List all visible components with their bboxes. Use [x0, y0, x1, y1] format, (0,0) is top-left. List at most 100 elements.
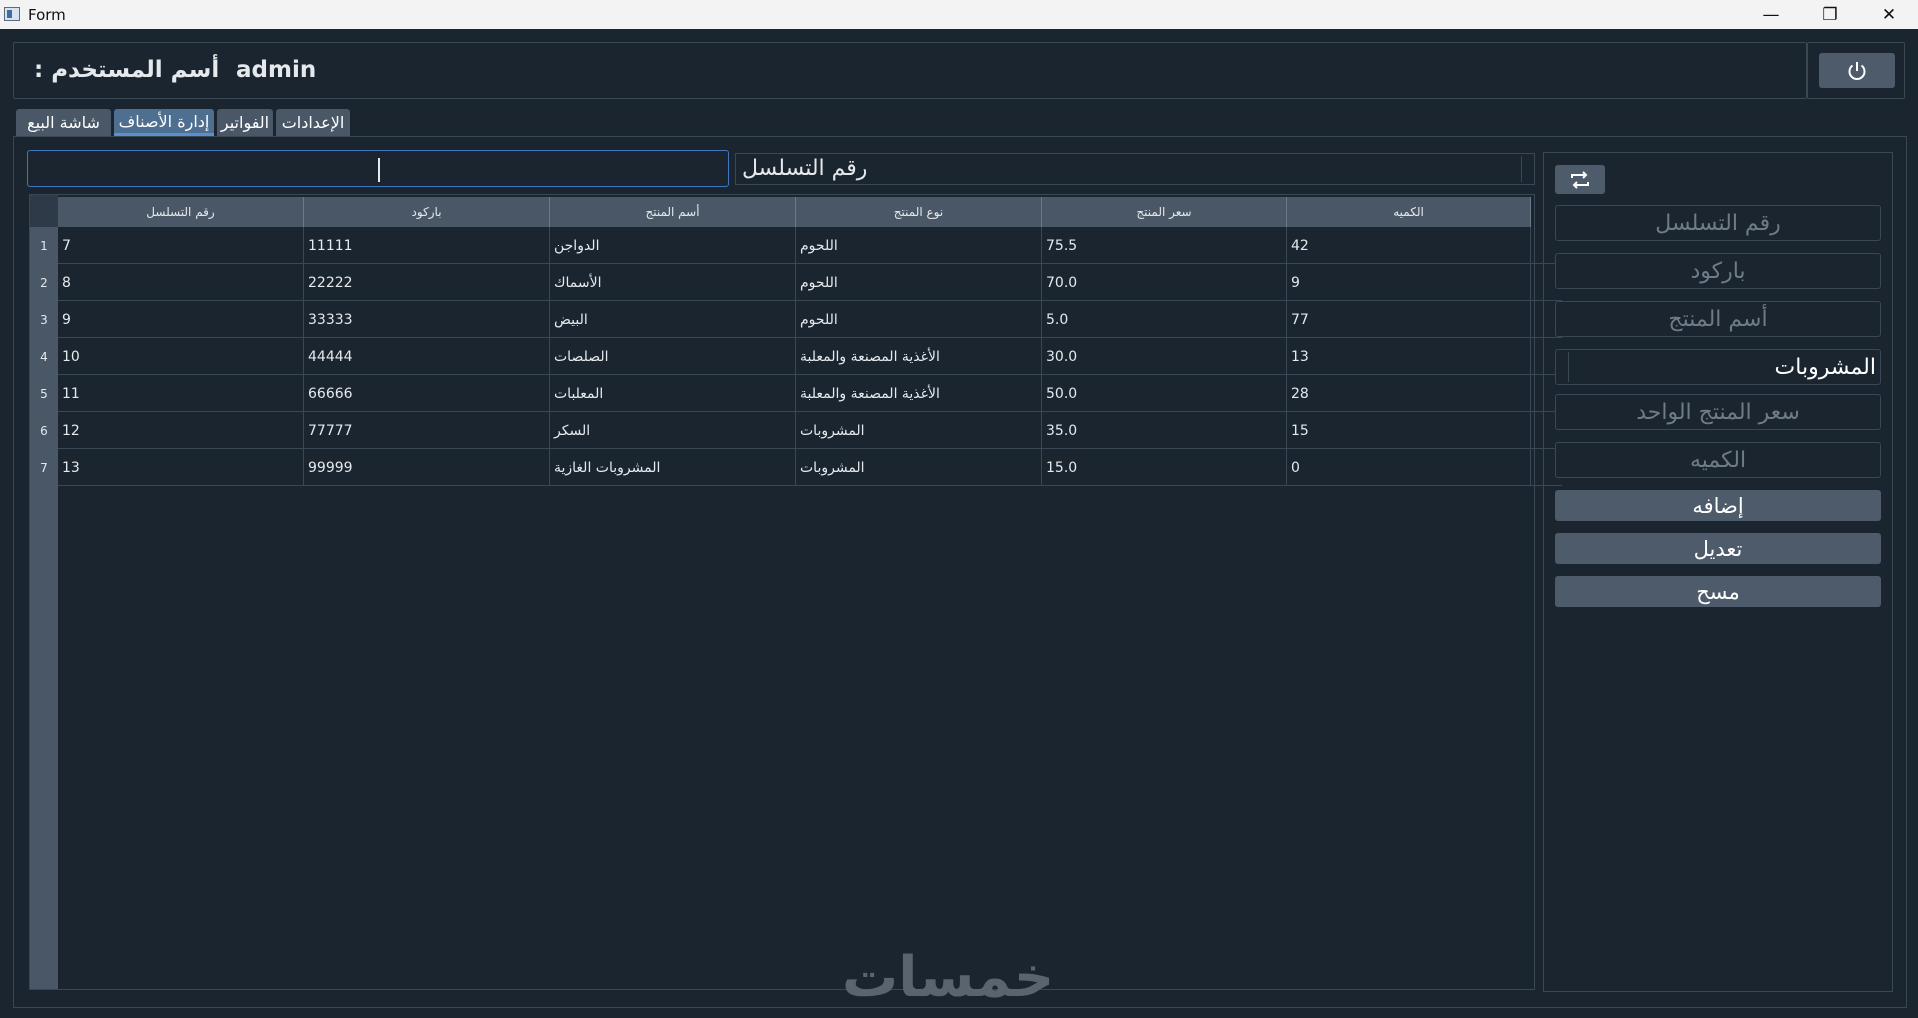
cell-price[interactable]: 15.0 [1042, 449, 1287, 486]
username-label: أسم المستخدم : [34, 57, 220, 83]
search-field-select[interactable]: رقم التسلسل [735, 153, 1535, 185]
products-table[interactable]: رقم التسلسل باركود أسم المنتج نوع المنتج… [29, 194, 1562, 990]
cell-qty[interactable]: 9 [1287, 264, 1531, 301]
cell-price[interactable]: 75.5 [1042, 227, 1287, 264]
cell-price[interactable]: 70.0 [1042, 264, 1287, 301]
cell-name[interactable]: الصلصات [550, 338, 796, 375]
cell-text: السكر [554, 422, 591, 439]
serial-number-field[interactable]: رقم التسلسل [1555, 205, 1881, 241]
col-header-barcode[interactable]: باركود [304, 197, 550, 227]
username: admin [236, 57, 317, 83]
product-name-field[interactable]: أسم المنتج [1555, 301, 1881, 337]
row-number[interactable]: 4 [30, 338, 58, 375]
cell-name[interactable]: البيض [550, 301, 796, 338]
cell-qty[interactable]: 0 [1287, 449, 1531, 486]
cell-serial[interactable]: 8 [58, 264, 304, 301]
cell-serial[interactable]: 10 [58, 338, 304, 375]
cell-serial[interactable]: 13 [58, 449, 304, 486]
minimize-icon[interactable]: — [1742, 0, 1800, 29]
cell-serial[interactable]: 11 [58, 375, 304, 412]
refresh-button[interactable] [1555, 165, 1605, 194]
row-number[interactable]: 6 [30, 412, 58, 449]
tab-sales-screen[interactable]: شاشة البيع [16, 109, 111, 136]
cell-type[interactable]: اللحوم [796, 301, 1042, 338]
cell-price[interactable]: 50.0 [1042, 375, 1287, 412]
cell-type[interactable]: اللحوم [796, 227, 1042, 264]
tab-invoices[interactable]: الفواتير [217, 109, 273, 136]
cell-type[interactable]: المشروبات [796, 412, 1042, 449]
cell-barcode[interactable]: 44444 [304, 338, 550, 375]
search-input[interactable] [27, 150, 729, 187]
col-header-serial[interactable]: رقم التسلسل [58, 197, 304, 227]
unit-price-field[interactable]: سعر المنتج الواحد [1555, 394, 1881, 430]
col-header-qty[interactable]: الكميه [1287, 197, 1531, 227]
cell-qty[interactable]: 13 [1287, 338, 1531, 375]
tab-items-management[interactable]: إدارة الأصناف [114, 109, 214, 136]
cell-text: الدواجن [554, 237, 600, 254]
cell-price[interactable]: 30.0 [1042, 338, 1287, 375]
table-header: رقم التسلسل باركود أسم المنتج نوع المنتج… [58, 197, 1562, 227]
search-panel: رقم التسلسل [27, 150, 1535, 190]
product-type-value: المشروبات [1774, 354, 1876, 380]
close-icon[interactable]: ✕ [1860, 0, 1918, 29]
app-window-icon [4, 7, 20, 21]
cell-name[interactable]: المشروبات الغازية [550, 449, 796, 486]
row-number[interactable]: 2 [30, 264, 58, 301]
row-number[interactable]: 1 [30, 227, 58, 264]
table-row[interactable]: 12 77777 السكر المشروبات 35.0 15 [58, 412, 1562, 449]
col-header-name[interactable]: أسم المنتج [550, 197, 796, 227]
cell-serial[interactable]: 7 [58, 227, 304, 264]
cell-qty[interactable]: 77 [1287, 301, 1531, 338]
dropdown-separator [1568, 352, 1569, 382]
row-number[interactable]: 3 [30, 301, 58, 338]
cell-type[interactable]: اللحوم [796, 264, 1042, 301]
cell-name[interactable]: الدواجن [550, 227, 796, 264]
col-header-type[interactable]: نوع المنتج [796, 197, 1042, 227]
dropdown-separator [1521, 156, 1522, 182]
table-row[interactable]: 11 66666 المعلبات الأغذية المصنعة والمعلبة 5… [58, 375, 1562, 412]
cell-type[interactable]: الأغذية المصنعة والمعلبة [796, 338, 1042, 375]
cell-barcode[interactable]: 11111 [304, 227, 550, 264]
cell-text: اللحوم [800, 237, 838, 254]
edit-button[interactable]: تعديل [1555, 533, 1881, 564]
cell-serial[interactable]: 9 [58, 301, 304, 338]
cell-price[interactable]: 5.0 [1042, 301, 1287, 338]
table-row[interactable]: 10 44444 الصلصات الأغذية المصنعة والمعلبة 30… [58, 338, 1562, 375]
product-type-select[interactable]: المشروبات [1555, 349, 1881, 385]
cell-qty[interactable]: 42 [1287, 227, 1531, 264]
cell-barcode[interactable]: 99999 [304, 449, 550, 486]
table-row[interactable]: 13 99999 المشروبات الغازية المشروبات 15.0 0 [58, 449, 1562, 486]
quantity-field[interactable]: الكميه [1555, 442, 1881, 478]
row-number[interactable]: 5 [30, 375, 58, 412]
restore-icon[interactable]: ❐ [1801, 0, 1859, 29]
cell-type[interactable]: الأغذية المصنعة والمعلبة [796, 375, 1042, 412]
table-row[interactable]: 7 11111 الدواجن اللحوم 75.5 42 [58, 227, 1562, 264]
cell-name[interactable]: السكر [550, 412, 796, 449]
add-button[interactable]: إضافه [1555, 490, 1881, 521]
cell-qty[interactable]: 15 [1287, 412, 1531, 449]
cell-barcode[interactable]: 22222 [304, 264, 550, 301]
table-row[interactable]: 8 22222 الأسماك اللحوم 70.0 9 [58, 264, 1562, 301]
table-corner[interactable] [30, 195, 58, 227]
cell-text: المشروبات [800, 422, 865, 439]
table-row[interactable]: 9 33333 البيض اللحوم 5.0 77 [58, 301, 1562, 338]
row-number[interactable]: 7 [30, 449, 58, 486]
cell-text: الأغذية المصنعة والمعلبة [800, 385, 940, 402]
cell-barcode[interactable]: 66666 [304, 375, 550, 412]
window-title: Form [28, 6, 66, 24]
tab-settings[interactable]: الإعدادات [276, 109, 350, 136]
cell-type[interactable]: المشروبات [796, 449, 1042, 486]
cell-name[interactable]: المعلبات [550, 375, 796, 412]
col-header-price[interactable]: سعر المنتج [1042, 197, 1287, 227]
cell-barcode[interactable]: 33333 [304, 301, 550, 338]
logout-button[interactable] [1819, 53, 1895, 88]
cell-name[interactable]: الأسماك [550, 264, 796, 301]
cell-serial[interactable]: 12 [58, 412, 304, 449]
cell-text: المشروبات الغازية [554, 459, 661, 476]
cell-barcode[interactable]: 77777 [304, 412, 550, 449]
barcode-field[interactable]: باركود [1555, 253, 1881, 289]
delete-button[interactable]: مسح [1555, 576, 1881, 607]
cell-price[interactable]: 35.0 [1042, 412, 1287, 449]
user-info-panel: admin أسم المستخدم : [13, 42, 1807, 99]
cell-qty[interactable]: 28 [1287, 375, 1531, 412]
